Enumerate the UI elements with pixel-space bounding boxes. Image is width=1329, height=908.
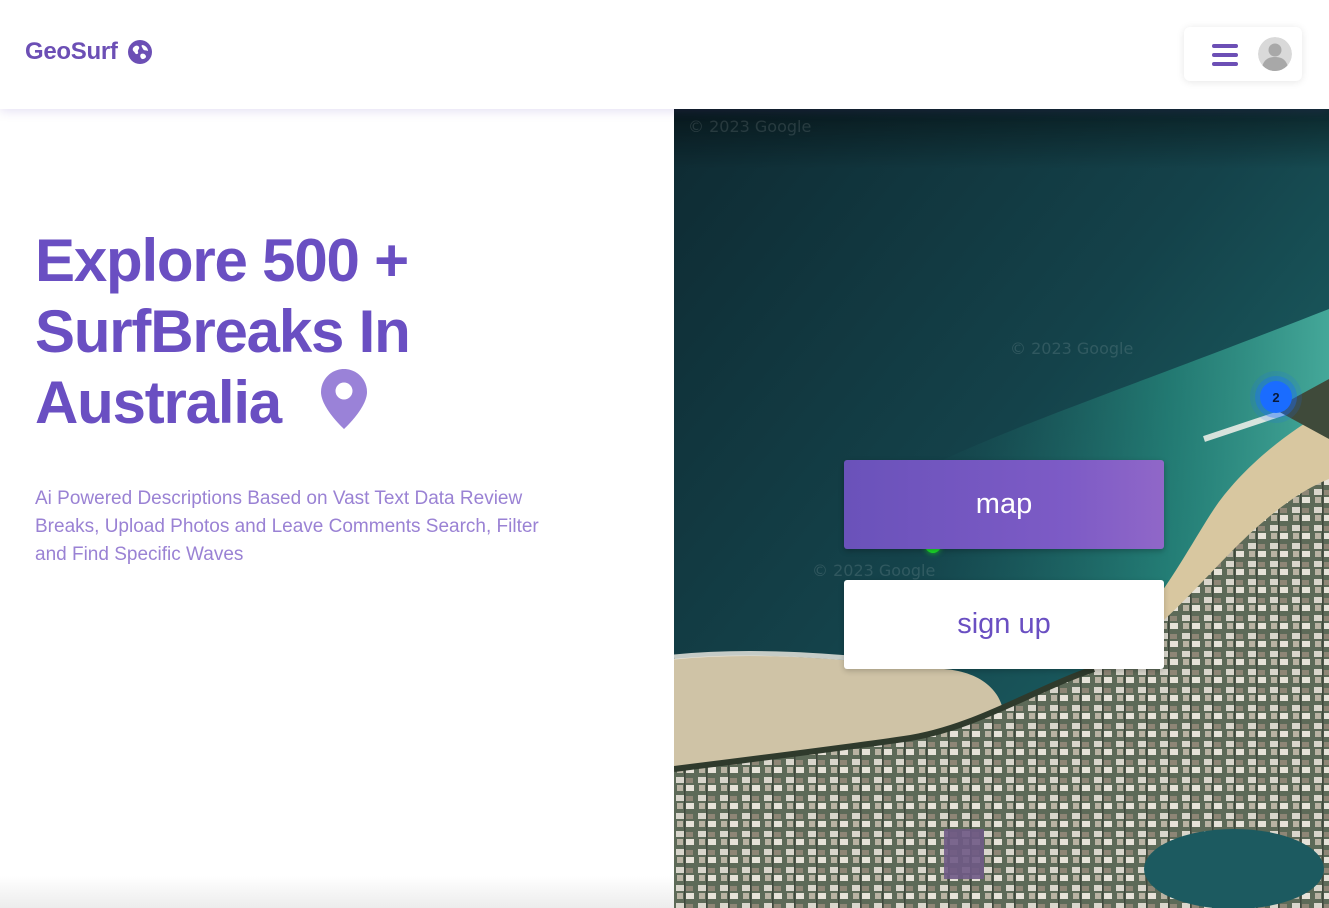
hero-section: Explore 500 + SurfBreaks In Australia Ai… [0, 109, 674, 908]
map-watermark: © 2023 Google [812, 561, 936, 580]
headline-line-2: SurfBreaks In [35, 298, 411, 365]
satellite-map[interactable]: © 2023 Google © 2023 Google © 2023 Googl… [674, 109, 1329, 908]
user-avatar-icon[interactable] [1258, 37, 1292, 71]
map-pin-icon [320, 369, 367, 429]
hamburger-menu-icon[interactable] [1212, 44, 1238, 66]
top-nav-bar: GeoSurf [0, 0, 1329, 109]
map-cluster-marker[interactable]: 2 [1260, 381, 1292, 413]
logo[interactable]: GeoSurf [25, 38, 153, 66]
logo-text: GeoSurf [25, 38, 118, 65]
map-watermark: © 2023 Google [688, 117, 812, 136]
signup-button[interactable]: sign up [844, 580, 1164, 669]
nav-menu-box [1184, 27, 1302, 81]
map-button[interactable]: map [844, 460, 1164, 549]
hero-headline: Explore 500 + SurfBreaks In Australia [35, 225, 595, 438]
globe-icon [127, 40, 152, 64]
hero-subtitle: Ai Powered Descriptions Based on Vast Te… [35, 488, 539, 565]
headline-line-1: Explore 500 + [35, 227, 409, 294]
map-watermark: © 2023 Google [1010, 339, 1134, 358]
headline-line-3: Australia [35, 367, 595, 438]
